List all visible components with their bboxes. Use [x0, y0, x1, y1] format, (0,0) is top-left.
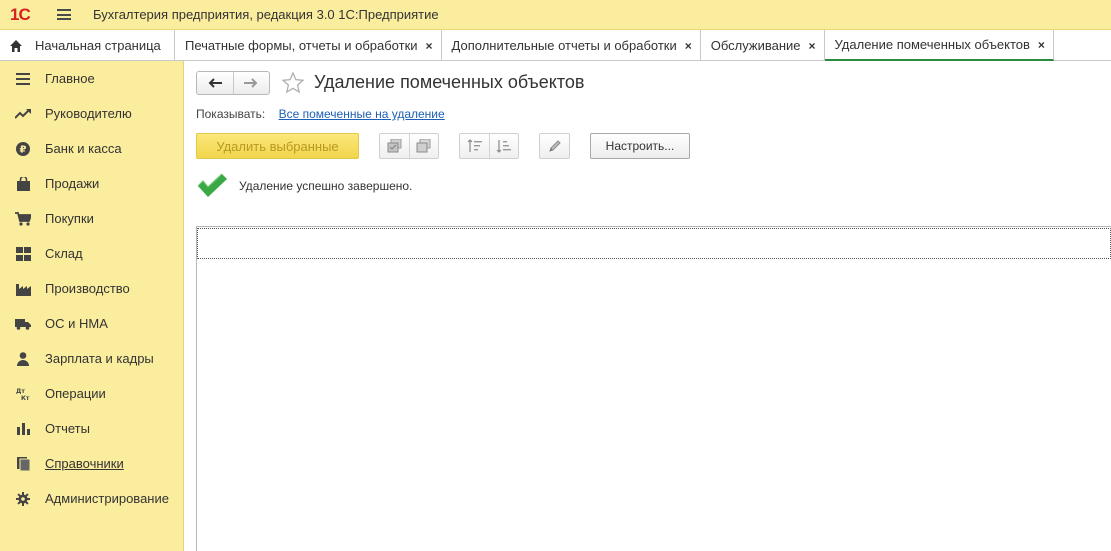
close-icon[interactable]: ×	[426, 39, 433, 53]
copy-buttons-group	[379, 133, 439, 159]
table-row[interactable]	[197, 228, 1111, 259]
status-message-row: Удаление успешно завершено.	[196, 173, 412, 199]
sidebar-item-manager[interactable]: Руководителю	[0, 96, 183, 131]
close-icon[interactable]: ×	[685, 39, 692, 53]
sidebar-item-label: Склад	[45, 246, 83, 261]
tab-maintenance[interactable]: Обслуживание ×	[701, 30, 825, 61]
sidebar-item-reports[interactable]: Отчеты	[0, 411, 183, 446]
sidebar-item-label: Банк и касса	[45, 141, 122, 156]
show-filter: Показывать: Все помеченные на удаление	[196, 107, 445, 121]
sidebar-item-label: Администрирование	[45, 491, 169, 506]
sidebar-item-fixed-assets[interactable]: ОС и НМА	[0, 306, 183, 341]
sidebar-item-purchases[interactable]: Покупки	[0, 201, 183, 236]
setup-button[interactable]: Настроить...	[590, 133, 690, 159]
edit-button-group	[539, 133, 570, 159]
tab-label: Удаление помеченных объектов	[834, 37, 1030, 52]
tab-label: Обслуживание	[710, 38, 801, 53]
cart-icon	[15, 211, 31, 227]
sidebar-item-label: Производство	[45, 281, 130, 296]
title-bar: 1С Бухгалтерия предприятия, редакция 3.0…	[0, 0, 1111, 30]
menu-lines-icon	[15, 71, 31, 87]
sort-desc-button[interactable]	[489, 134, 518, 158]
sidebar-item-label: Главное	[45, 71, 95, 86]
back-button[interactable]	[197, 72, 234, 94]
sidebar-item-label: Отчеты	[45, 421, 90, 436]
warehouse-grid-icon	[15, 246, 31, 262]
deselect-all-button[interactable]	[409, 134, 438, 158]
sidebar-item-label: Операции	[45, 386, 106, 401]
show-label: Показывать:	[196, 107, 266, 121]
sidebar-item-main[interactable]: Главное	[0, 61, 183, 96]
sidebar-item-label: Покупки	[45, 211, 94, 226]
history-nav	[196, 71, 270, 95]
sidebar-item-label: ОС и НМА	[45, 316, 108, 331]
toolbar: Удалить выбранные Настроить...	[196, 133, 716, 159]
page-title: Удаление помеченных объектов	[314, 72, 585, 92]
person-icon	[15, 351, 31, 367]
truck-icon	[15, 316, 31, 332]
sidebar-item-warehouse[interactable]: Склад	[0, 236, 183, 271]
shopping-bag-icon	[15, 176, 31, 192]
sidebar-item-label: Руководителю	[45, 106, 132, 121]
tabs-bar: Начальная страница Печатные формы, отчет…	[0, 30, 1111, 61]
sidebar-item-salary[interactable]: Зарплата и кадры	[0, 341, 183, 376]
sidebar-item-label: Продажи	[45, 176, 100, 191]
forward-button[interactable]	[234, 72, 270, 94]
tab-label: Печатные формы, отчеты и обработки	[185, 38, 418, 53]
arrow-right-icon	[244, 78, 258, 88]
sidebar-item-operations[interactable]: Дт Кт Операции	[0, 376, 183, 411]
copy-stack-icon	[416, 139, 431, 153]
sidebar-item-bank[interactable]: ₽ Банк и касса	[0, 131, 183, 166]
svg-text:Кт: Кт	[21, 395, 30, 401]
tab-delete-marked[interactable]: Удаление помеченных объектов ×	[824, 30, 1054, 61]
close-icon[interactable]: ×	[1038, 38, 1045, 52]
bar-chart-icon	[15, 421, 31, 437]
tab-label: Начальная страница	[35, 38, 161, 53]
status-message: Удаление успешно завершено.	[239, 179, 413, 193]
sort-asc-button[interactable]	[460, 134, 489, 158]
copy-stack-icon	[387, 139, 401, 153]
sidebar-item-administration[interactable]: Администрирование	[0, 481, 183, 516]
close-icon[interactable]: ×	[809, 39, 816, 53]
objects-table[interactable]	[196, 226, 1111, 551]
home-icon	[10, 39, 22, 52]
sidebar-item-production[interactable]: Производство	[0, 271, 183, 306]
main-menu-icon[interactable]	[57, 9, 71, 20]
tab-label: Дополнительные отчеты и обработки	[451, 38, 677, 53]
sidebar-item-sales[interactable]: Продажи	[0, 166, 183, 201]
app-title: Бухгалтерия предприятия, редакция 3.0 1С…	[93, 7, 439, 22]
gear-icon	[15, 491, 31, 507]
tab-home[interactable]: Начальная страница	[0, 30, 175, 61]
sidebar-item-directories[interactable]: Справочники	[0, 446, 183, 481]
dt-kt-icon: Дт Кт	[15, 386, 31, 402]
delete-selected-button[interactable]: Удалить выбранные	[196, 133, 359, 159]
book-icon	[15, 456, 31, 472]
sidebar-item-label: Справочники	[45, 456, 124, 471]
select-all-button[interactable]	[380, 134, 409, 158]
sidebar-item-label: Зарплата и кадры	[45, 351, 154, 366]
tab-additional-reports[interactable]: Дополнительные отчеты и обработки ×	[442, 30, 701, 61]
show-filter-link[interactable]: Все помеченные на удаление	[279, 107, 445, 121]
sort-descending-icon	[496, 140, 511, 153]
ruble-coin-icon: ₽	[15, 141, 31, 157]
svg-text:Дт: Дт	[16, 388, 25, 395]
main-content: Удаление помеченных объектов Показывать:…	[185, 61, 1111, 551]
arrow-left-icon	[208, 78, 222, 88]
sidebar: Главное Руководителю ₽ Банк и касса Прод…	[0, 61, 184, 551]
favorite-star-icon[interactable]	[281, 71, 305, 95]
sort-ascending-icon	[467, 139, 482, 152]
edit-button[interactable]	[540, 134, 569, 158]
app-logo[interactable]: 1С	[10, 5, 44, 25]
factory-icon	[15, 281, 31, 297]
sort-buttons-group	[459, 133, 519, 159]
checkmark-success-icon	[197, 173, 227, 197]
pencil-icon	[548, 140, 561, 152]
svg-text:₽: ₽	[20, 144, 27, 155]
trend-icon	[15, 106, 31, 122]
tab-print-forms[interactable]: Печатные формы, отчеты и обработки ×	[175, 30, 442, 61]
